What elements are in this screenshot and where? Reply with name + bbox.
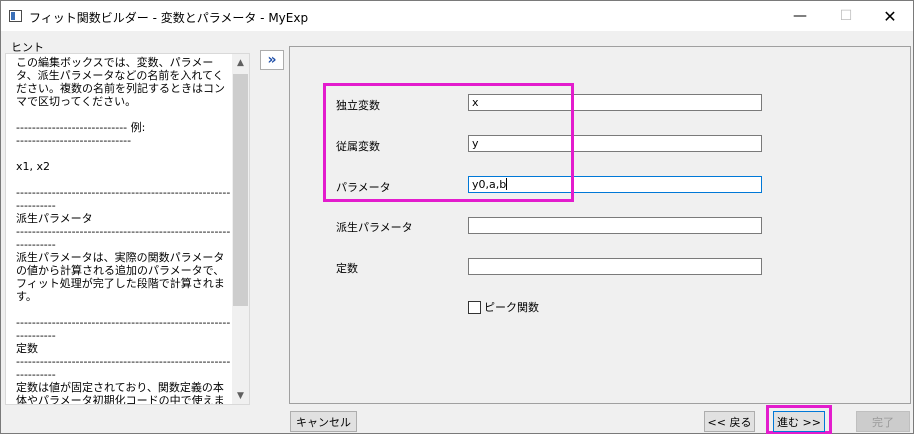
derived-parameters-input[interactable] <box>468 217 762 234</box>
fit-function-builder-window: フィット関数ビルダー - 変数とパラメータ - MyExp — ☐ ✕ ヒント … <box>0 0 914 434</box>
hint-text: この編集ボックスでは、変数、パラメータ、派生パラメータなどの名前を入れてください… <box>16 56 231 405</box>
derived-parameters-label: 派生パラメータ <box>336 221 413 234</box>
expand-panel-button[interactable]: » <box>260 50 284 70</box>
back-button[interactable]: << 戻る <box>704 411 755 432</box>
constants-input[interactable] <box>468 258 762 275</box>
scroll-down-icon[interactable]: ▼ <box>232 387 249 404</box>
hint-scrollbar[interactable]: ▲ ▼ <box>232 54 249 404</box>
variables-parameters-panel: 独立変数 x 従属変数 y パラメータ y0,a,b 派生パラメータ 定数 ピー… <box>289 46 911 404</box>
title-bar: フィット関数ビルダー - 変数とパラメータ - MyExp — ☐ ✕ <box>1 1 913 31</box>
annotation-highlight-box <box>323 83 574 202</box>
maximize-button[interactable]: ☐ <box>823 1 869 31</box>
peak-function-label: ピーク関数 <box>484 301 539 314</box>
peak-function-checkbox[interactable] <box>468 300 481 314</box>
scroll-up-icon[interactable]: ▲ <box>232 54 249 71</box>
minimize-button[interactable]: — <box>777 1 823 31</box>
app-icon <box>9 10 22 22</box>
cancel-button[interactable]: キャンセル <box>290 411 357 432</box>
scroll-thumb[interactable] <box>233 74 248 306</box>
finish-button: 完了 <box>856 411 910 432</box>
close-button[interactable]: ✕ <box>867 1 913 31</box>
hint-panel: この編集ボックスでは、変数、パラメータ、派生パラメータなどの名前を入れてください… <box>5 53 250 405</box>
next-button[interactable]: 進む >> <box>773 411 825 432</box>
constants-label: 定数 <box>336 262 358 275</box>
window-title: フィット関数ビルダー - 変数とパラメータ - MyExp <box>29 11 309 25</box>
peak-function-option[interactable]: ピーク関数 <box>468 299 539 315</box>
